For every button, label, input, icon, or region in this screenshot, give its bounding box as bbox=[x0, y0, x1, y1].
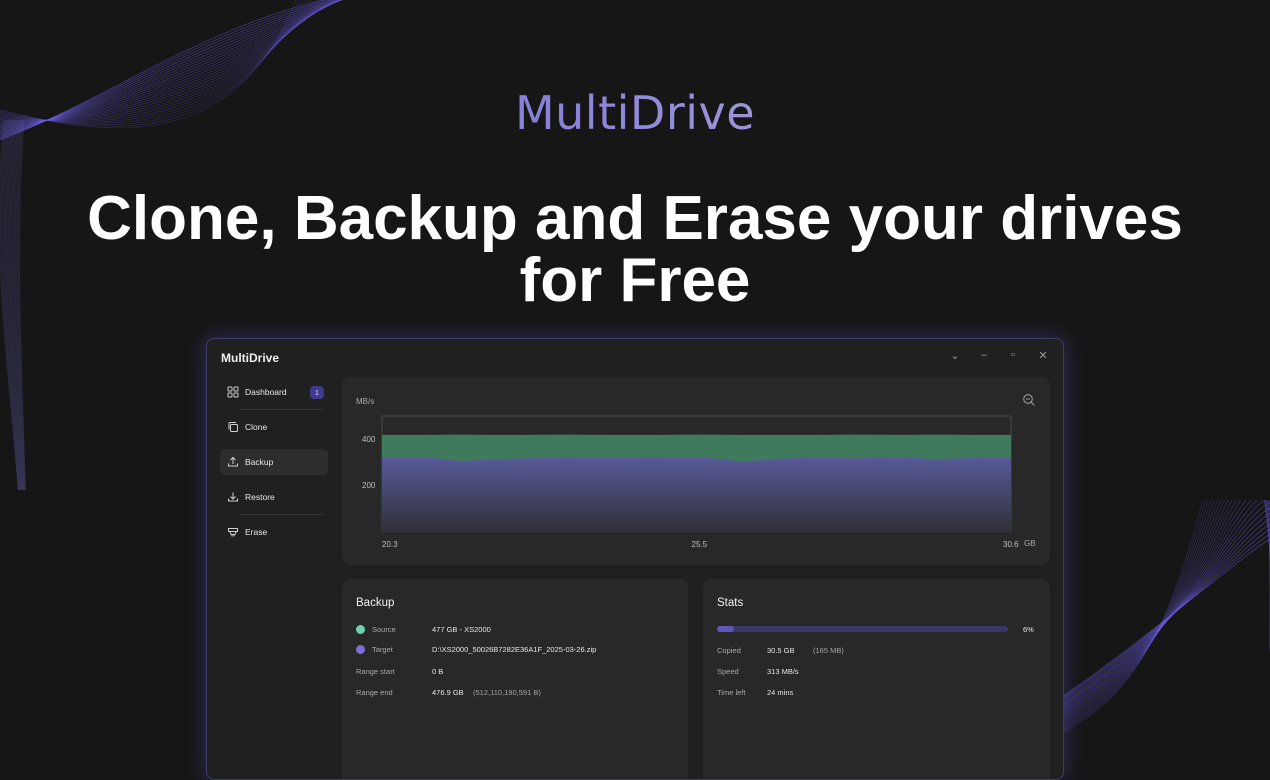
close-button[interactable]: ✕ bbox=[1035, 349, 1051, 362]
sidebar-item-clone[interactable]: Clone bbox=[220, 414, 328, 440]
title-bar: MultiDrive ⌄ – ▫ ✕ bbox=[207, 339, 1063, 375]
throughput-chart-panel: MB/s 400 200 20.3 25.5 30.6 GB bbox=[342, 377, 1050, 565]
source-label: Source bbox=[372, 625, 396, 634]
maximize-button[interactable]: ▫ bbox=[1005, 349, 1021, 361]
x-tick-label: 20.3 bbox=[382, 540, 398, 549]
notification-badge: 1 bbox=[310, 386, 324, 399]
collapse-button[interactable]: ⌄ bbox=[947, 349, 963, 362]
source-value: 477 GB - XS2000 bbox=[432, 625, 491, 634]
headline-line-1: Clone, Backup and Erase your drives bbox=[87, 184, 1183, 253]
sidebar-item-restore[interactable]: Restore bbox=[220, 484, 328, 510]
app-title: MultiDrive bbox=[221, 351, 280, 365]
target-label: Target bbox=[372, 645, 393, 654]
sidebar-item-label: Restore bbox=[245, 492, 275, 502]
range-start-label: Range start bbox=[356, 667, 395, 676]
range-end-bytes: (512,110,190,591 B) bbox=[473, 688, 541, 697]
sidebar-item-erase[interactable]: Erase bbox=[220, 519, 328, 545]
y-tick-label: 400 bbox=[362, 435, 376, 444]
download-icon bbox=[228, 492, 238, 502]
progress-percent-label: 6% bbox=[1023, 625, 1034, 634]
sidebar-item-label: Erase bbox=[245, 527, 268, 537]
brand-logo-text: MultiDrive bbox=[0, 86, 1270, 140]
copy-icon bbox=[228, 422, 238, 432]
range-end-label: Range end bbox=[356, 688, 393, 697]
series-write-area bbox=[382, 456, 1011, 531]
copied-label: Copied bbox=[717, 646, 741, 655]
x-tick-label: 25.5 bbox=[692, 540, 708, 549]
target-value: D:\XS2000_50026B7282E36A1F_2025-03-26.zi… bbox=[432, 645, 597, 654]
time-left-label: Time left bbox=[717, 688, 746, 697]
sidebar-item-backup[interactable]: Backup bbox=[220, 449, 328, 475]
sidebar-item-label: Dashboard bbox=[245, 387, 287, 397]
sidebar-item-dashboard[interactable]: Dashboard 1 bbox=[220, 379, 328, 405]
upload-icon bbox=[228, 456, 238, 467]
range-start-value: 0 B bbox=[432, 667, 444, 676]
y-tick-label: 200 bbox=[362, 481, 376, 490]
stats-title: Stats bbox=[717, 597, 744, 609]
backup-panel: Backup Source 477 GB - XS2000 Target D:\… bbox=[342, 579, 688, 779]
divider bbox=[240, 514, 324, 515]
x-tick-label: 30.6 bbox=[1003, 540, 1019, 549]
throughput-chart: 400 200 20.3 25.5 30.6 bbox=[362, 415, 1019, 549]
sidebar: Dashboard 1 Clone Backup Restore Erase bbox=[220, 379, 328, 545]
eraser-icon bbox=[228, 528, 238, 537]
dashboard-icon bbox=[227, 386, 239, 398]
sidebar-item-label: Clone bbox=[245, 422, 268, 432]
headline: Clone, Backup and Erase your drives for … bbox=[0, 188, 1270, 312]
copied-value: 30.5 GB bbox=[767, 646, 795, 655]
range-end-value: 476.9 GB bbox=[432, 688, 464, 697]
stats-panel: Stats 6% Copied 30.5 GB (165 MB) Speed 3… bbox=[703, 579, 1050, 779]
source-color-dot bbox=[356, 625, 365, 634]
progress-bar bbox=[717, 626, 1008, 632]
backup-title: Backup bbox=[356, 597, 395, 609]
progress-bar-fill bbox=[717, 626, 735, 632]
app-window: MultiDrive ⌄ – ▫ ✕ Dashboard 1 Clone Bac bbox=[206, 338, 1064, 780]
x-axis-unit: GB bbox=[1024, 539, 1036, 548]
headline-line-2: for Free bbox=[519, 246, 751, 315]
divider bbox=[240, 409, 324, 410]
target-color-dot bbox=[356, 645, 365, 654]
speed-value: 313 MB/s bbox=[767, 667, 799, 676]
minimize-button[interactable]: – bbox=[976, 349, 992, 361]
copied-mb: (165 MB) bbox=[813, 646, 844, 655]
speed-label: Speed bbox=[717, 667, 739, 676]
sidebar-item-label: Backup bbox=[245, 457, 274, 467]
time-left-value: 24 mins bbox=[767, 688, 794, 697]
